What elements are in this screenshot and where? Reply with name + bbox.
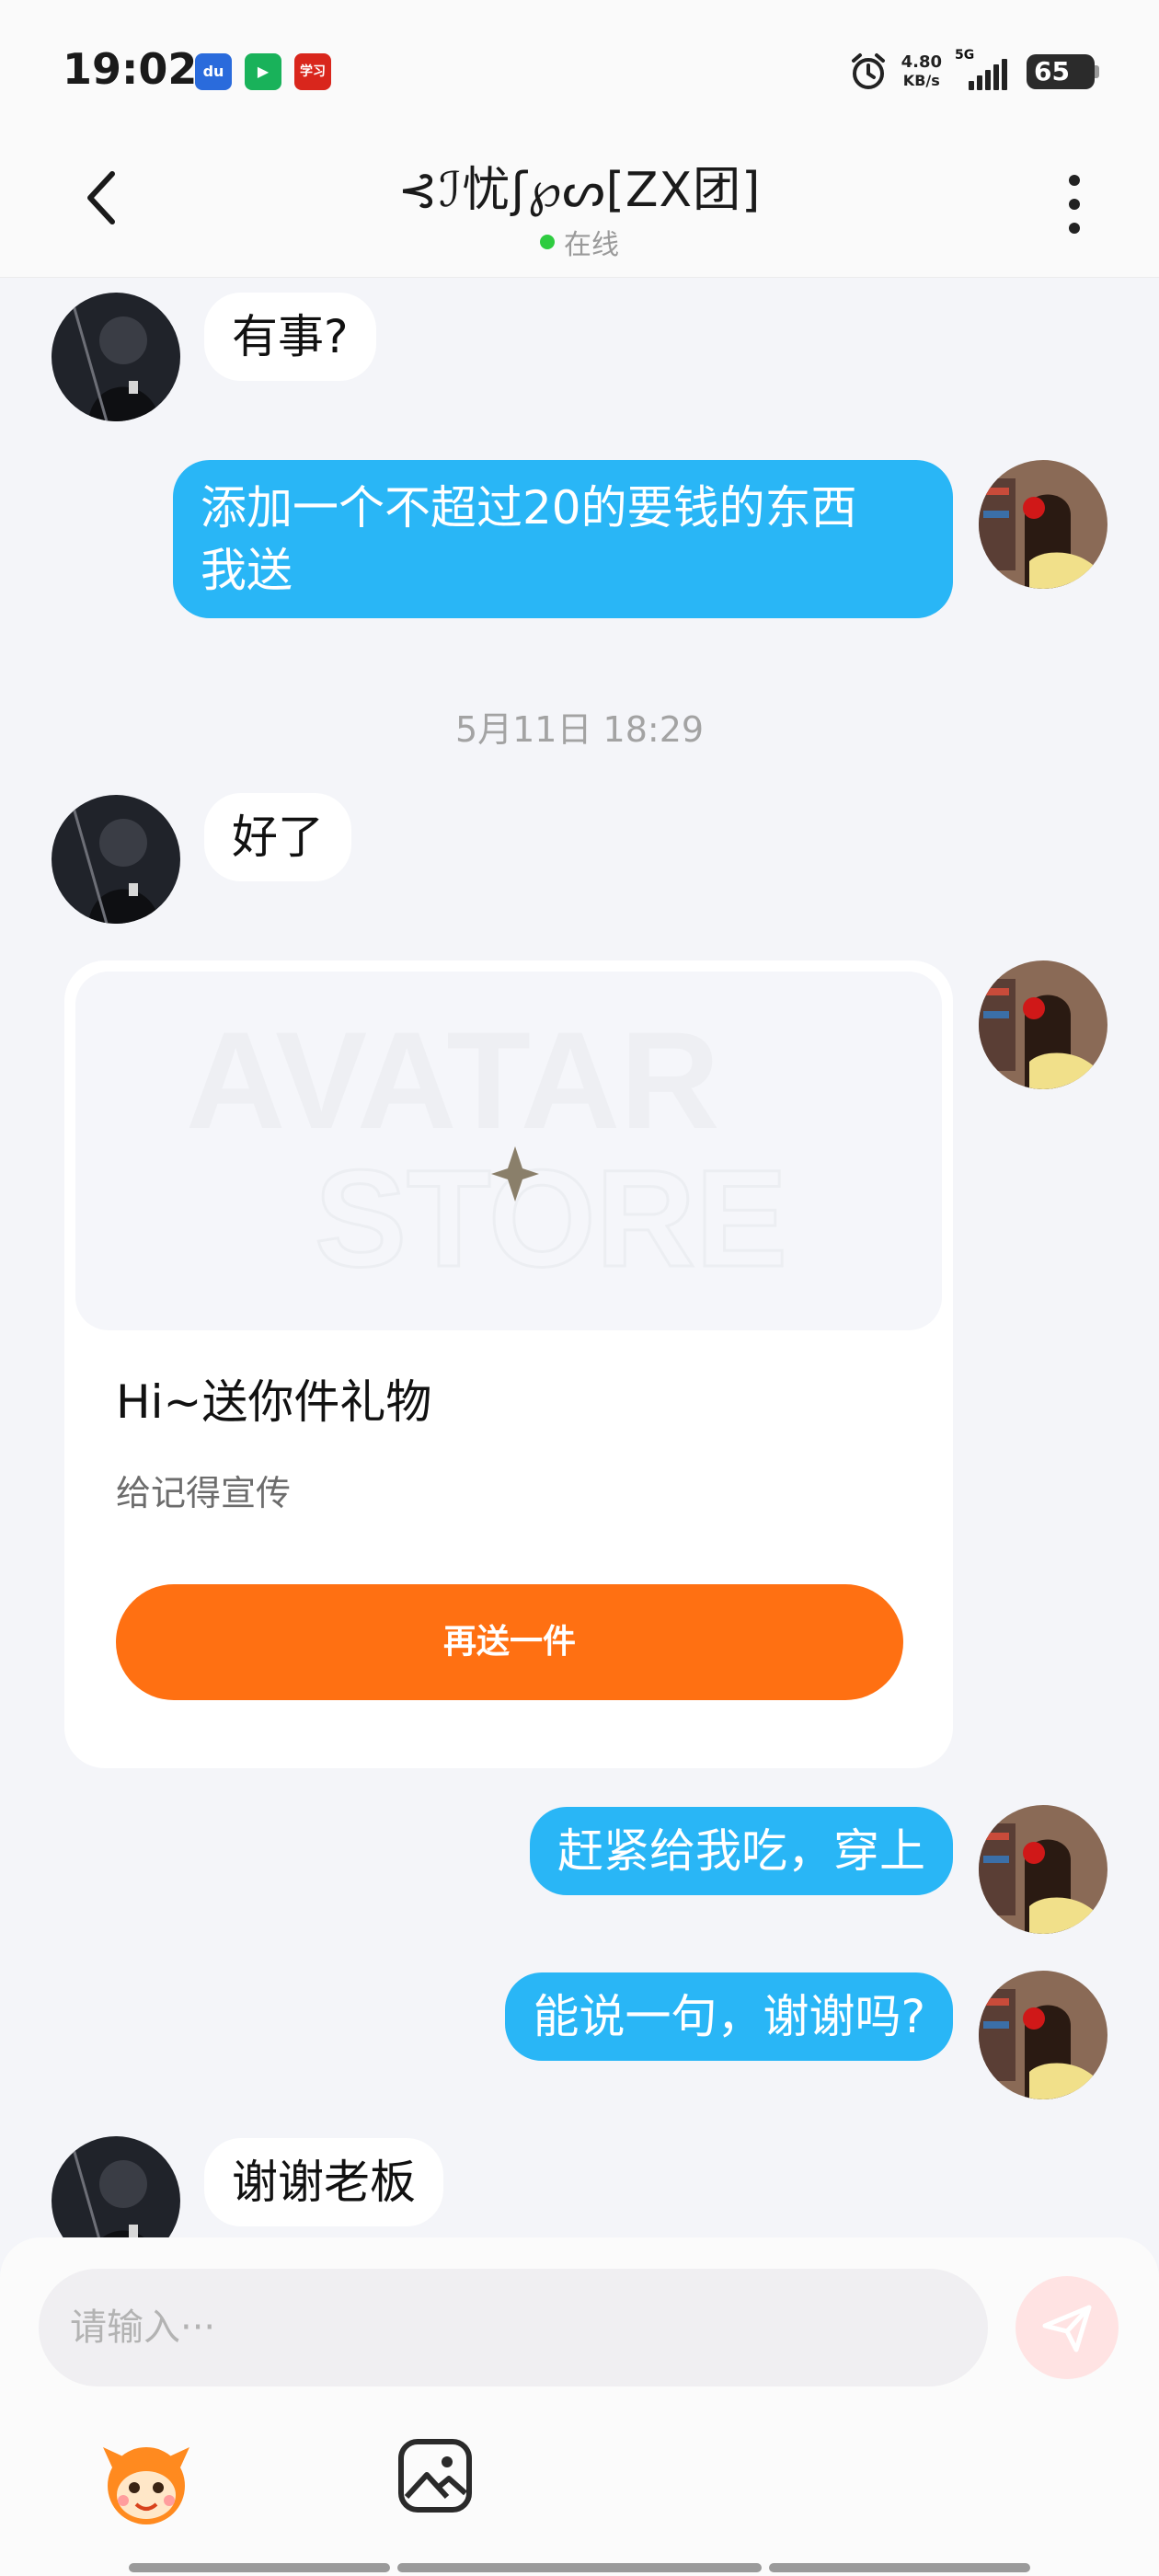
status-bar: 19:02 du ▶ 学习 4.80 KB/s 5G 65	[0, 0, 1159, 138]
net-speed-unit: KB/s	[902, 72, 940, 89]
my-avatar[interactable]	[979, 1971, 1107, 2099]
send-another-gift-button[interactable]: 再送一件	[116, 1584, 903, 1700]
home-indicator[interactable]	[769, 2563, 1030, 2572]
gift-title: Hi~送你件礼物	[116, 1375, 432, 1429]
home-indicator[interactable]	[129, 2563, 390, 2572]
gift-card[interactable]: AVATAR STORE Hi~送你件礼物 给记得宣传 再送一件	[64, 960, 953, 1768]
status-time: 19:02	[63, 44, 198, 94]
home-indicator[interactable]	[397, 2563, 762, 2572]
banner-text-avatar: AVATAR	[186, 1003, 719, 1157]
message-bubble-incoming[interactable]: 好了	[204, 793, 351, 881]
mascot-sticker-icon[interactable]	[96, 2431, 197, 2532]
send-button[interactable]	[1016, 2276, 1119, 2379]
network-type: 5G	[955, 48, 975, 63]
contact-avatar[interactable]	[52, 795, 180, 924]
message-input[interactable]	[39, 2269, 988, 2386]
online-status: 在线	[0, 222, 1159, 262]
online-status-text: 在线	[564, 229, 619, 261]
more-dot-icon	[1069, 223, 1080, 234]
contact-avatar[interactable]	[52, 2136, 180, 2237]
image-picker-icon[interactable]	[396, 2436, 475, 2515]
title-wrap: ⊰ℐ忧ʃ℘ᔕ[ZX团] 在线	[0, 151, 1159, 262]
message-bubble-outgoing[interactable]: 添加一个不超过20的要钱的东西 我送	[173, 460, 953, 618]
battery-icon: 65	[1027, 54, 1099, 89]
alarm-icon	[851, 53, 885, 89]
banner-text-store: STORE	[315, 1141, 787, 1295]
net-speed-value: 4.80	[901, 52, 942, 72]
more-dot-icon	[1069, 175, 1080, 186]
network-speed: 4.80 KB/s	[901, 53, 942, 90]
input-panel	[0, 2237, 1159, 2576]
more-dot-icon	[1069, 199, 1080, 210]
contact-name[interactable]: ⊰ℐ忧ʃ℘ᔕ[ZX团]	[398, 151, 762, 220]
status-right: 4.80 KB/s 5G 65	[848, 44, 1099, 99]
message-list[interactable]: 有事? 添加一个不超过20的要钱的东西 我送 5月11日 18:29 好了 AV…	[0, 278, 1159, 2237]
chat-header: ⊰ℐ忧ʃ℘ᔕ[ZX团] 在线	[0, 138, 1159, 278]
study-app-icon: 学习	[294, 53, 331, 90]
video-app-icon: ▶	[245, 53, 281, 90]
message-bubble-outgoing[interactable]: 能说一句，谢谢吗?	[505, 1972, 953, 2061]
my-avatar[interactable]	[979, 1805, 1107, 1934]
message-bubble-incoming[interactable]: 谢谢老板	[204, 2138, 443, 2226]
send-icon	[1042, 2305, 1092, 2352]
gift-banner-image: AVATAR STORE	[75, 972, 942, 1330]
more-options-button[interactable]	[1056, 167, 1093, 241]
my-avatar[interactable]	[979, 960, 1107, 1089]
baidu-app-icon: du	[195, 53, 232, 90]
my-avatar[interactable]	[979, 460, 1107, 589]
contact-avatar[interactable]	[52, 293, 180, 421]
message-bubble-outgoing[interactable]: 赶紧给我吃，穿上	[530, 1807, 953, 1895]
message-bubble-incoming[interactable]: 有事?	[204, 293, 376, 381]
signal-icon: 5G	[955, 48, 1014, 90]
online-dot-icon	[540, 235, 555, 249]
timestamp-separator: 5月11日 18:29	[454, 709, 705, 750]
gift-subtitle: 给记得宣传	[116, 1473, 292, 1513]
